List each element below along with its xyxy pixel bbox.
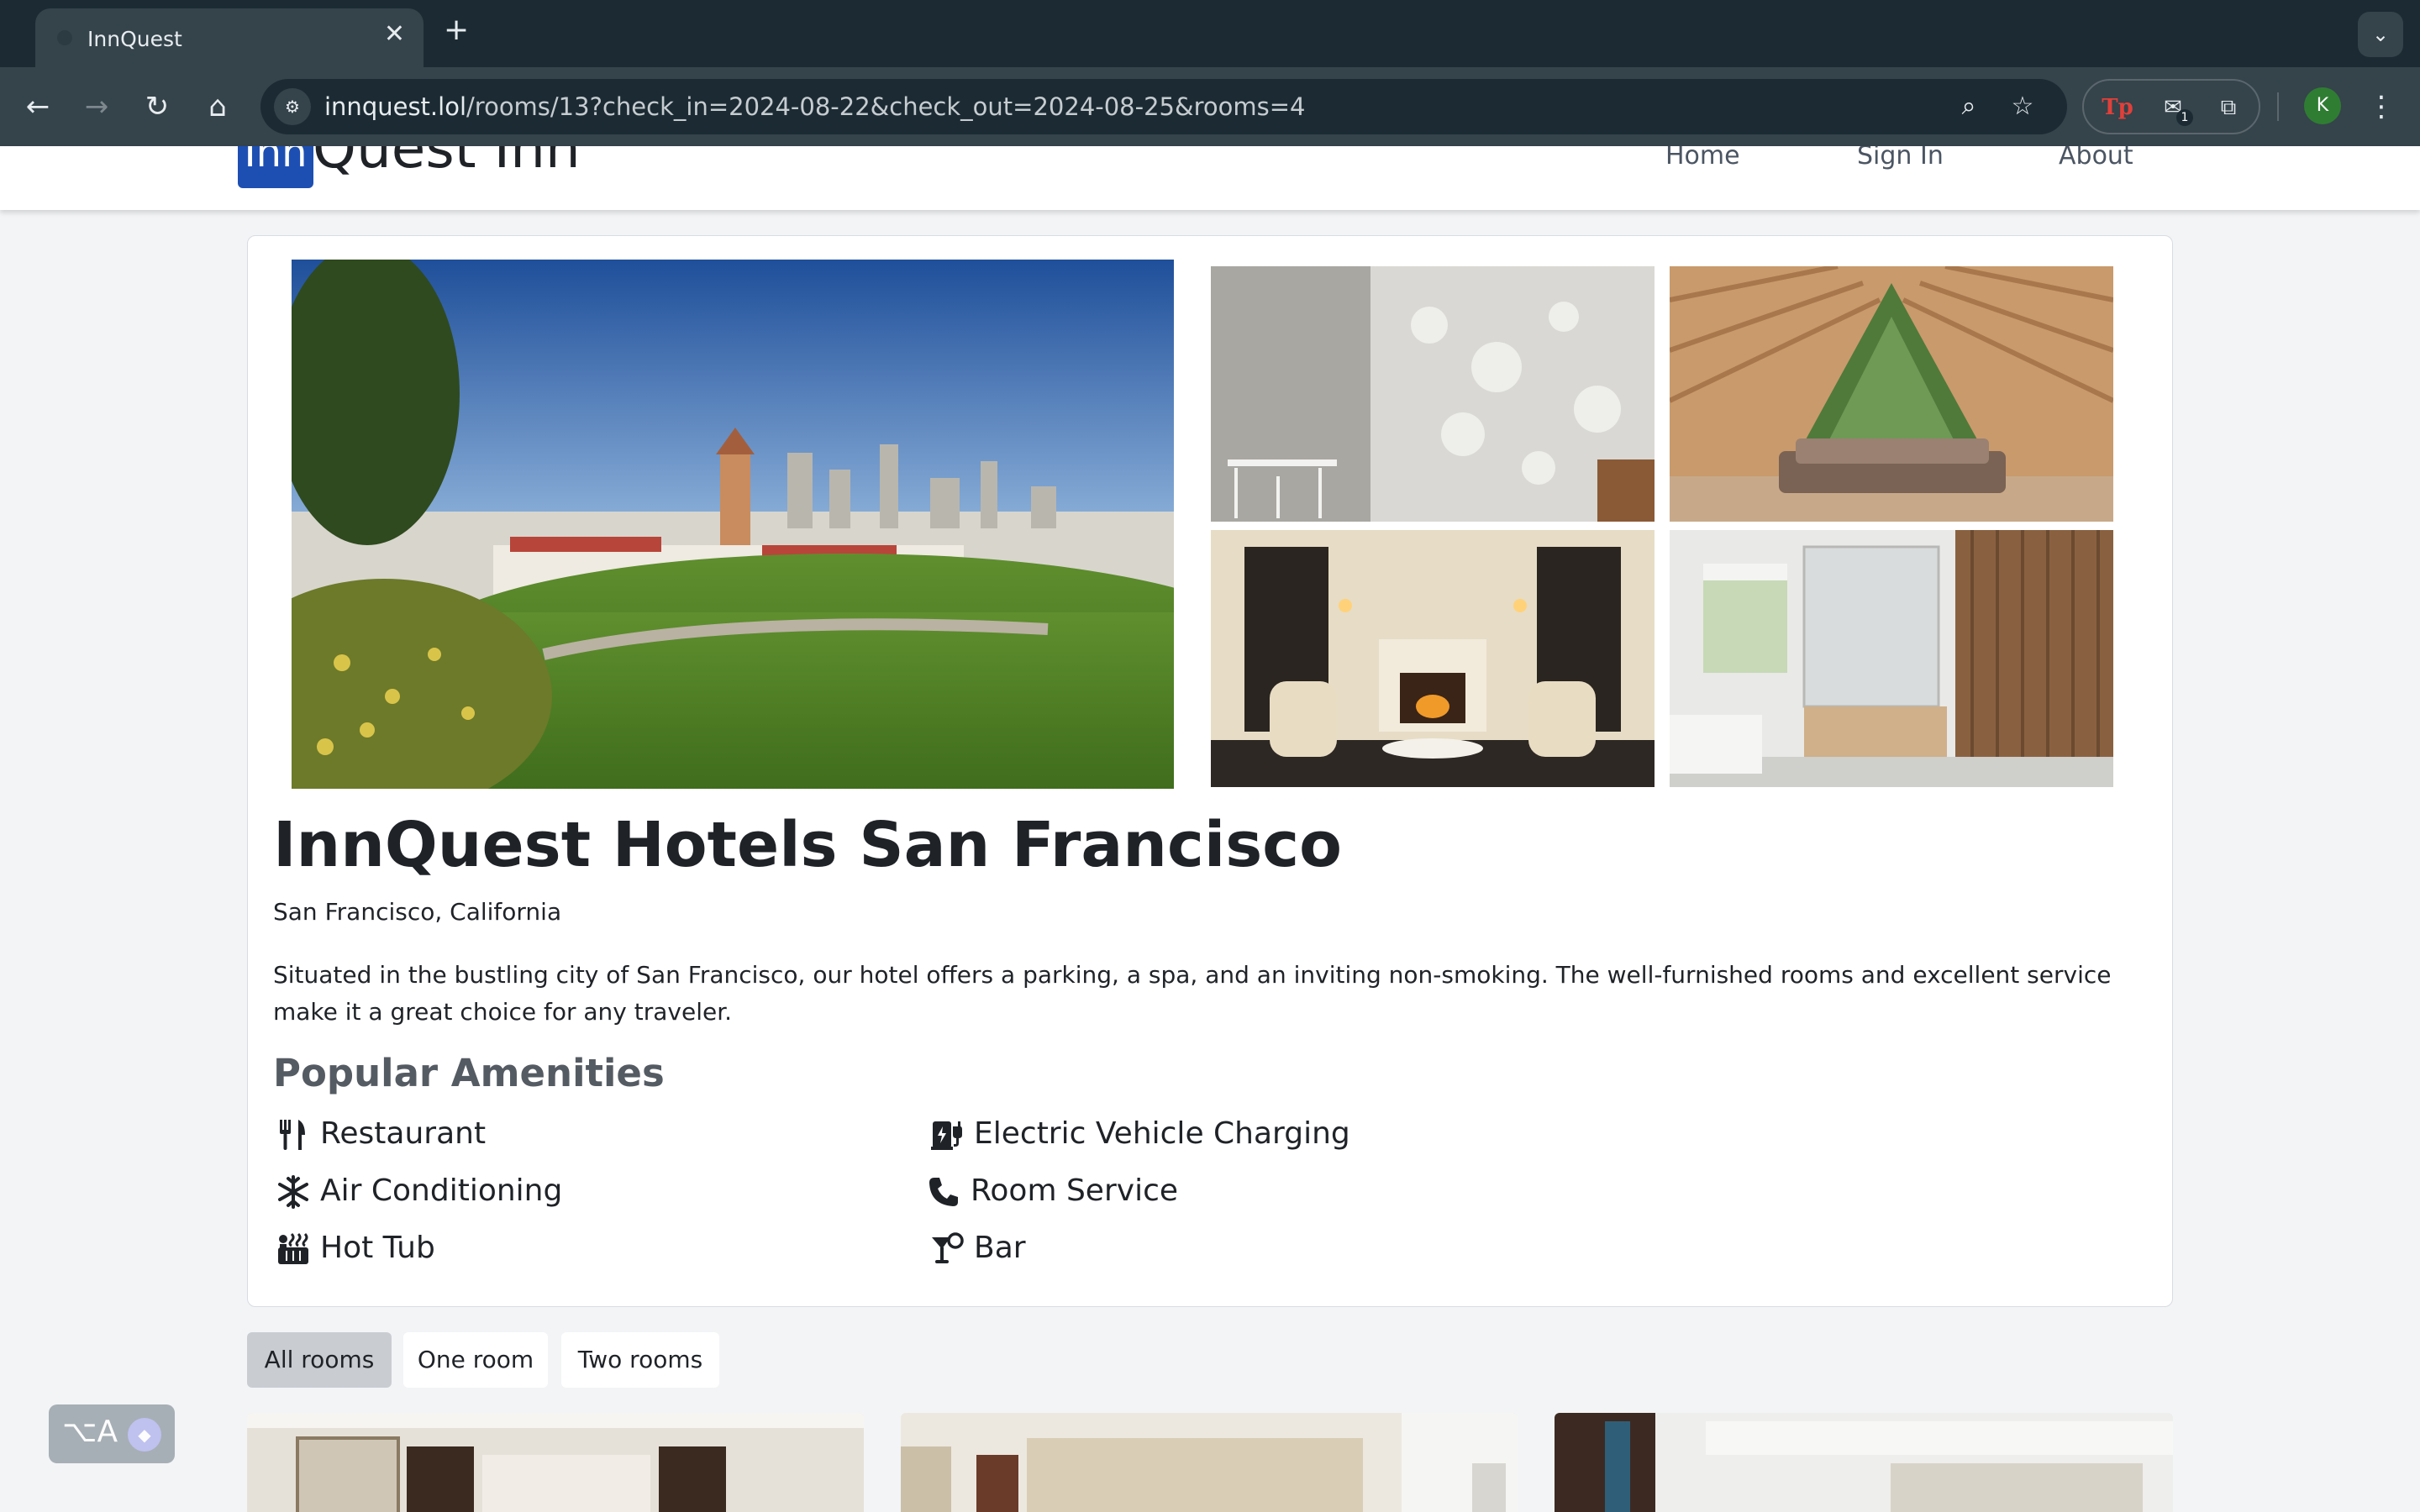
url-host: innquest.lol (324, 92, 467, 121)
site-info-icon[interactable]: ⚙ (274, 88, 311, 125)
url-path: /rooms/13?check_in=2024-08-22&check_out=… (466, 92, 1306, 121)
hotel-bathroom-photo[interactable] (1670, 530, 2113, 787)
hotel-main-photo[interactable] (292, 260, 1174, 789)
hotel-lobby-photo[interactable] (1211, 266, 1655, 522)
filter-one-room[interactable]: One room (403, 1332, 548, 1388)
amenity-label: Air Conditioning (320, 1173, 563, 1208)
filter-two-rooms[interactable]: Two rooms (561, 1332, 719, 1388)
tab-title: InnQuest (87, 27, 182, 51)
nav-about[interactable]: About (2059, 146, 2133, 171)
cocktail-icon (930, 1232, 964, 1266)
close-tab-icon[interactable]: ✕ (384, 22, 405, 47)
shortcut-label: ⌥A (62, 1415, 118, 1449)
url-text[interactable]: innquest.lol/rooms/13?check_in=2024-08-2… (324, 92, 1306, 121)
logo-text[interactable]: Quest Inn (313, 146, 581, 181)
extension-tp-icon[interactable]: Tp (2099, 89, 2136, 126)
browser-toolbar: ← → ↻ ⌂ ⚙ innquest.lol/rooms/13?check_in… (0, 67, 2420, 146)
extensions-group: Tp ✉ 1 ⧉ (2082, 79, 2260, 134)
browser-tab[interactable]: InnQuest ✕ (35, 8, 424, 67)
amenity-label: Restaurant (320, 1116, 487, 1151)
amenity-label: Room Service (971, 1173, 1179, 1208)
reload-button[interactable]: ↻ (136, 86, 178, 128)
tab-search-button[interactable]: ⌄ (2358, 12, 2403, 57)
address-bar[interactable]: ⚙ innquest.lol/rooms/13?check_in=2024-08… (260, 79, 2067, 134)
phone-icon (927, 1175, 960, 1209)
utensils-icon (276, 1118, 310, 1152)
back-button[interactable]: ← (17, 86, 59, 128)
hotel-description: Situated in the bustling city of San Fra… (273, 961, 2112, 1026)
hot-tub-icon (276, 1232, 310, 1266)
hotel-name: InnQuest Hotels San Francisco (273, 809, 1342, 881)
site-header: Inn Quest Inn Home Sign In About (0, 146, 2420, 210)
hotel-card: InnQuest Hotels San Francisco San Franci… (247, 235, 2173, 1307)
home-button[interactable]: ⌂ (197, 86, 239, 128)
extensions-puzzle-icon[interactable]: ⧉ (2210, 89, 2247, 126)
room-card-photo[interactable] (247, 1413, 864, 1512)
bookmark-star-icon[interactable]: ☆ (2005, 89, 2040, 124)
toolbar-divider (2277, 92, 2279, 121)
amenity-label: Hot Tub (320, 1231, 435, 1265)
new-tab-button[interactable]: + (444, 15, 469, 45)
amenities-title: Popular Amenities (273, 1051, 665, 1095)
browser-tab-bar: InnQuest ✕ + ⌄ (0, 0, 2420, 67)
forward-button[interactable]: → (76, 86, 118, 128)
amenity-label: Electric Vehicle Charging (974, 1116, 1350, 1151)
hotel-bedroom-photo[interactable] (1670, 266, 2113, 522)
hotel-location: San Francisco, California (273, 898, 562, 926)
favicon-icon (57, 30, 72, 45)
logo-mark[interactable]: Inn (238, 146, 313, 188)
zoom-icon[interactable]: ⌕ (1951, 89, 1986, 124)
ev-charging-icon (930, 1118, 964, 1152)
room-card-photo[interactable] (901, 1413, 1518, 1512)
filter-all-rooms[interactable]: All rooms (247, 1332, 392, 1388)
extension-stamp-icon[interactable]: ✉ 1 (2154, 89, 2193, 126)
amenity-label: Bar (974, 1231, 1026, 1265)
nav-home[interactable]: Home (1665, 146, 1740, 171)
extension-badge: 1 (2176, 109, 2193, 126)
voice-icon[interactable]: ◆ (128, 1418, 161, 1452)
profile-avatar[interactable]: K (2304, 87, 2341, 124)
browser-menu-icon[interactable]: ⋮ (2365, 86, 2398, 128)
hotel-lounge-photo[interactable] (1211, 530, 1655, 787)
nav-sign-in[interactable]: Sign In (1857, 146, 1944, 171)
snowflake-icon (276, 1175, 310, 1209)
room-card-photo[interactable] (1555, 1413, 2173, 1512)
floating-shortcut-widget[interactable]: ⌥A ◆ (49, 1404, 175, 1463)
